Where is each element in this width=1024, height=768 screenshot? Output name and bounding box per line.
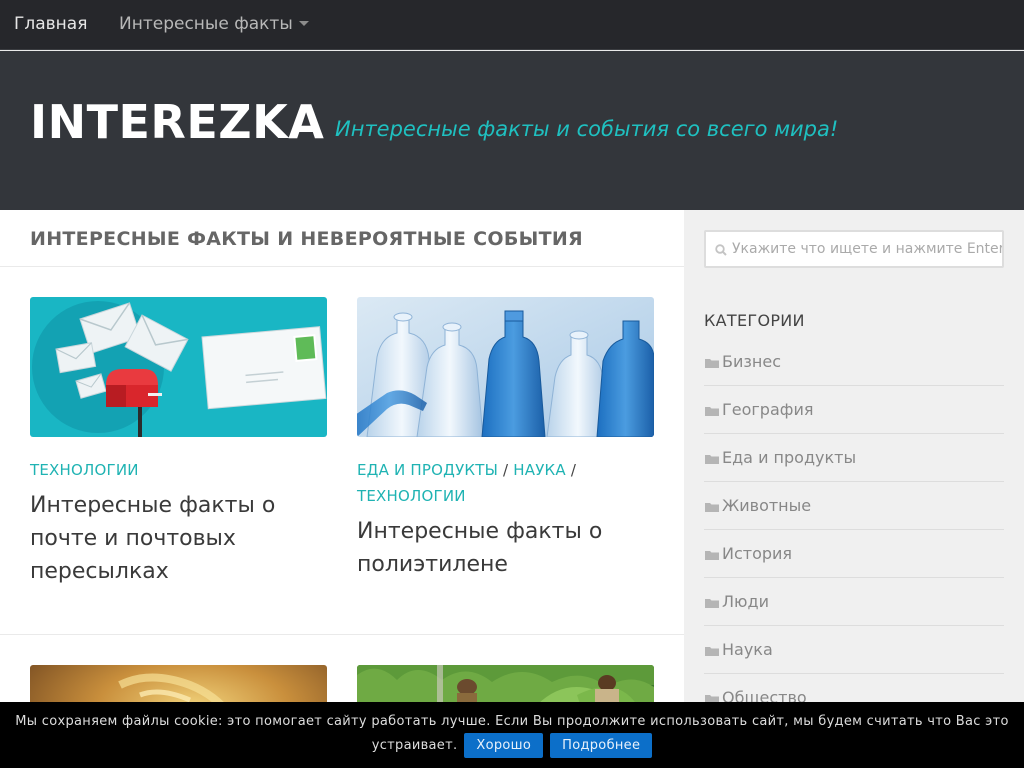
sidebar-category-item[interactable]: География xyxy=(704,386,1004,434)
cookie-more-button[interactable]: Подробнее xyxy=(550,733,653,758)
post-thumbnail-bottles[interactable] xyxy=(357,297,654,437)
page-title: ИНТЕРЕСНЫЕ ФАКТЫ И НЕВЕРОЯТНЫЕ СОБЫТИЯ xyxy=(30,228,583,250)
post-thumbnail-mail[interactable] xyxy=(30,297,327,437)
site-description: Интересные факты и события со всего мира… xyxy=(335,117,839,141)
folder-icon xyxy=(705,647,719,656)
caret-down-icon xyxy=(298,21,309,26)
categories-list: Бизнес География Еда и продукты Животные… xyxy=(704,338,1004,722)
top-nav: Главная Интересные факты xyxy=(0,0,1024,50)
post-card: ЕДА И ПРОДУКТЫ / НАУКА / ТЕХНОЛОГИИ Инте… xyxy=(357,297,654,581)
search-icon xyxy=(715,244,727,256)
sidebar-category-label: Животные xyxy=(722,496,812,515)
folder-icon xyxy=(705,407,719,416)
plastic-bottles-photo xyxy=(357,297,654,437)
nav-facts-label: Интересные факты xyxy=(119,14,293,34)
sidebar-category-item[interactable]: Люди xyxy=(704,578,1004,626)
post-card: ТЕХНОЛОГИИ Интересные факты о почте и по… xyxy=(30,297,327,588)
category-link[interactable]: ТЕХНОЛОГИИ xyxy=(30,461,139,479)
row-divider xyxy=(0,634,684,635)
site-title[interactable]: INTEREZKA xyxy=(30,95,324,149)
folder-icon xyxy=(705,359,719,368)
folder-icon xyxy=(705,599,719,608)
sidebar-category-label: География xyxy=(722,400,814,419)
post-title[interactable]: Интересные факты о полиэтилене xyxy=(357,515,654,581)
post-categories: ТЕХНОЛОГИИ xyxy=(30,457,327,483)
sidebar: КАТЕГОРИИ Бизнес География Еда и продукт… xyxy=(684,210,1024,768)
cookie-notice: Мы сохраняем файлы cookie: это помогает … xyxy=(0,702,1024,768)
cookie-accept-button[interactable]: Хорошо xyxy=(464,733,544,758)
category-separator: / xyxy=(565,461,577,479)
site-header: INTEREZKA Интересные факты и события со … xyxy=(0,51,1024,210)
sidebar-category-item[interactable]: История xyxy=(704,530,1004,578)
folder-icon xyxy=(705,503,719,512)
sidebar-category-item[interactable]: Бизнес xyxy=(704,338,1004,386)
sidebar-category-item[interactable]: Еда и продукты xyxy=(704,434,1004,482)
page-title-bar: ИНТЕРЕСНЫЕ ФАКТЫ И НЕВЕРОЯТНЫЕ СОБЫТИЯ xyxy=(0,210,684,267)
main-content: ИНТЕРЕСНЫЕ ФАКТЫ И НЕВЕРОЯТНЫЕ СОБЫТИЯ Т… xyxy=(0,210,684,768)
post-categories: ЕДА И ПРОДУКТЫ / НАУКА / ТЕХНОЛОГИИ xyxy=(357,457,654,509)
nav-facts-dropdown[interactable]: Интересные факты xyxy=(119,0,309,50)
sidebar-category-item[interactable]: Наука xyxy=(704,626,1004,674)
sidebar-category-label: Люди xyxy=(722,592,769,611)
category-link[interactable]: ЕДА И ПРОДУКТЫ xyxy=(357,461,498,479)
sidebar-category-item[interactable]: Животные xyxy=(704,482,1004,530)
post-title[interactable]: Интересные факты о почте и почтовых пере… xyxy=(30,489,327,588)
sidebar-category-label: История xyxy=(722,544,793,563)
category-link[interactable]: НАУКА xyxy=(513,461,566,479)
search-input[interactable] xyxy=(732,232,1002,266)
category-link[interactable]: ТЕХНОЛОГИИ xyxy=(357,487,466,505)
folder-icon xyxy=(705,551,719,560)
categories-widget-title: КАТЕГОРИИ xyxy=(704,311,805,330)
search-box xyxy=(704,230,1004,268)
folder-icon xyxy=(705,455,719,464)
category-separator: / xyxy=(498,461,514,479)
sidebar-category-label: Бизнес xyxy=(722,352,781,371)
mail-envelopes-illustration xyxy=(30,297,327,437)
sidebar-category-label: Наука xyxy=(722,640,773,659)
sidebar-category-label: Еда и продукты xyxy=(722,448,857,467)
nav-home-link[interactable]: Главная xyxy=(14,0,87,50)
